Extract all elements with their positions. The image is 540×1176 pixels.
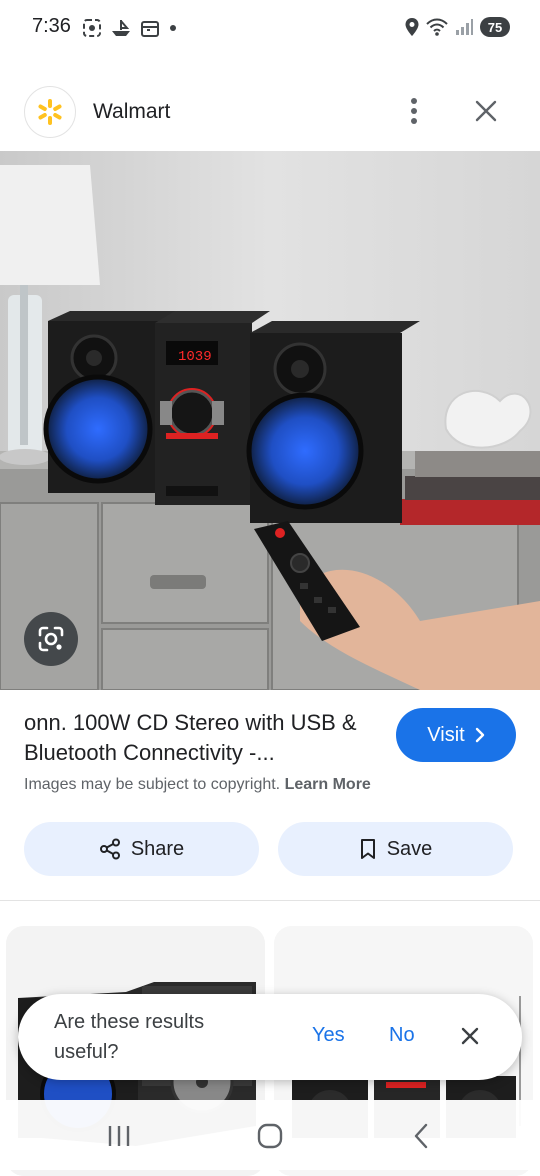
dot-icon: [170, 25, 176, 31]
visit-label: Visit: [427, 723, 465, 746]
back-button[interactable]: [401, 1118, 441, 1154]
learn-more-link[interactable]: Learn More: [285, 776, 371, 793]
feedback-question: Are these results useful?: [54, 1011, 205, 1063]
boat-icon: [112, 20, 130, 36]
battery-icon: 75: [480, 17, 510, 37]
product-image[interactable]: 1039: [0, 151, 540, 690]
copyright-notice: Images may be subject to copyright. Lear…: [24, 776, 371, 794]
recents-button[interactable]: [99, 1118, 139, 1154]
wifi-icon: [426, 18, 448, 36]
bookmark-icon: [360, 839, 375, 859]
status-bar: 7:36 75: [0, 0, 540, 56]
share-button[interactable]: Share: [24, 822, 259, 876]
google-lens-button[interactable]: [24, 612, 78, 666]
more-vert-icon: [411, 98, 417, 124]
save-button[interactable]: Save: [278, 822, 513, 876]
result-title[interactable]: onn. 100W CD Stereo with USB & Bluetooth…: [24, 708, 384, 768]
more-options-button[interactable]: [402, 94, 426, 128]
visit-button[interactable]: Visit: [396, 708, 516, 762]
system-icons: 75: [404, 14, 510, 40]
site-name[interactable]: Walmart: [93, 100, 170, 124]
close-icon: [475, 100, 497, 122]
close-button[interactable]: [470, 94, 502, 128]
feedback-no-button[interactable]: No: [389, 1024, 415, 1047]
close-icon: [461, 1027, 479, 1045]
calendar-icon: [141, 21, 159, 37]
svg-text:1039: 1039: [178, 349, 212, 365]
feedback-card: Are these results useful? Yes No: [18, 994, 522, 1080]
viewer-header: Walmart: [0, 56, 540, 151]
share-icon: [99, 838, 120, 860]
feedback-close-button[interactable]: [458, 1024, 482, 1048]
signal-icon: [456, 19, 473, 35]
spark-icon: [38, 99, 62, 125]
screenshot-icon: [83, 19, 101, 37]
save-label: Save: [386, 837, 433, 860]
stereo-photo: 1039: [0, 151, 540, 690]
home-icon: [257, 1123, 283, 1149]
system-nav-bar: [0, 1100, 540, 1170]
share-label: Share: [130, 837, 185, 860]
recents-icon: [108, 1126, 130, 1146]
chevron-right-icon: [475, 727, 484, 743]
feedback-yes-button[interactable]: Yes: [312, 1024, 345, 1047]
status-time: 7:36: [32, 15, 71, 37]
back-icon: [414, 1123, 428, 1149]
lens-icon: [38, 626, 64, 652]
copyright-text: Images may be subject to copyright.: [24, 776, 281, 793]
walmart-logo[interactable]: [24, 86, 76, 138]
section-divider: [0, 900, 540, 901]
home-button[interactable]: [250, 1118, 290, 1154]
notification-icons: [82, 16, 178, 40]
location-icon: [405, 18, 419, 36]
